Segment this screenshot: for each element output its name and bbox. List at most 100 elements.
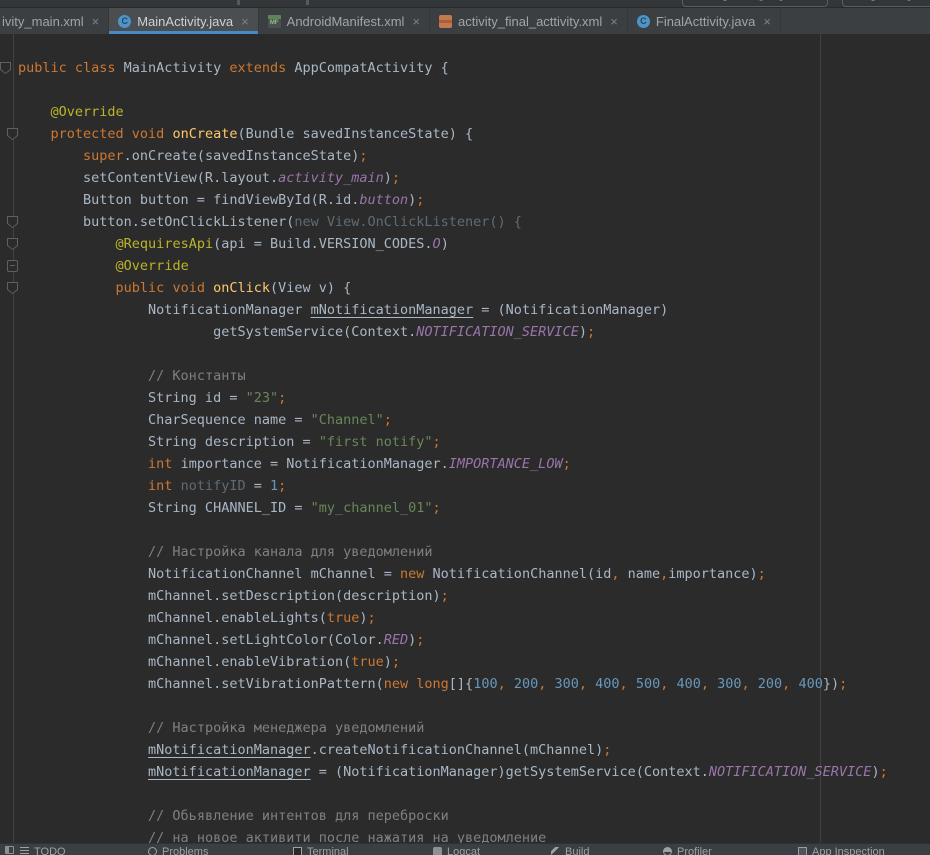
code-line[interactable]: mChannel.setLightColor(Color.RED); xyxy=(18,629,930,651)
code-line[interactable]: mChannel.enableLights(true); xyxy=(18,607,930,629)
code-token: []{ xyxy=(449,676,473,692)
close-icon[interactable]: × xyxy=(412,15,420,28)
tool-window-button-terminal[interactable]: Terminal xyxy=(293,846,349,855)
device-selector-widget[interactable] xyxy=(682,0,828,7)
code-line[interactable]: CharSequence name = "Channel"; xyxy=(18,409,930,431)
code-token xyxy=(18,544,148,560)
code-token: ; xyxy=(433,434,441,450)
code-token xyxy=(18,258,116,274)
editor-tab-AndroidManifest.xml[interactable]: MFAndroidManifest.xml× xyxy=(259,8,430,34)
close-icon[interactable]: × xyxy=(241,15,249,28)
java-class-icon: C xyxy=(637,15,650,28)
code-line[interactable]: @Override xyxy=(18,255,930,277)
editor-tab-activity_final_acttivity.xml[interactable]: activity_final_acttivity.xml× xyxy=(430,8,628,34)
code-line[interactable]: String CHANNEL_ID = "my_channel_01"; xyxy=(18,497,930,519)
code-line[interactable]: mChannel.enableVibration(true); xyxy=(18,651,930,673)
fold-open-icon[interactable] xyxy=(7,238,18,250)
code-line[interactable]: mNotificationManager.createNotificationC… xyxy=(18,739,930,761)
toolbar-strip xyxy=(0,0,930,8)
close-icon[interactable]: × xyxy=(610,15,618,28)
tool-window-button-todo[interactable]: TODO xyxy=(20,846,66,855)
tool-window-layout-icon[interactable] xyxy=(5,846,14,854)
code-token: 300 xyxy=(717,676,741,692)
tool-window-button-logcat[interactable]: Logcat xyxy=(433,846,480,855)
toolbar-tick xyxy=(306,0,309,5)
code-token: , xyxy=(742,676,758,692)
fold-closed-icon[interactable] xyxy=(7,260,18,272)
code-token xyxy=(18,126,51,142)
tool-window-button-build[interactable]: Build xyxy=(551,846,589,855)
problems-icon xyxy=(148,847,157,855)
code-token: 400 xyxy=(798,676,822,692)
tool-window-button-app-inspection[interactable]: App Inspection xyxy=(798,846,885,855)
code-line[interactable]: int notifyID = 1; xyxy=(18,475,930,497)
code-line[interactable]: String description = "first notify"; xyxy=(18,431,930,453)
code-token: importance = NotificationManager. xyxy=(172,456,448,472)
tool-window-label: Logcat xyxy=(447,846,480,855)
code-token: RED xyxy=(384,632,408,648)
code-line[interactable]: String id = "23"; xyxy=(18,387,930,409)
status-dot-icon xyxy=(759,0,763,1)
tool-window-button-profiler[interactable]: Profiler xyxy=(663,846,712,855)
code-line[interactable]: // Обьявление интентов для переброски xyxy=(18,805,930,827)
code-line[interactable] xyxy=(18,343,930,365)
code-token: "my_channel_01" xyxy=(311,500,433,516)
code-line[interactable]: // Константы xyxy=(18,365,930,387)
code-line[interactable]: button.setOnClickListener(new View.OnCli… xyxy=(18,211,930,233)
code-line[interactable]: protected void onCreate(Bundle savedInst… xyxy=(18,123,930,145)
code-line[interactable]: setContentView(R.layout.activity_main); xyxy=(18,167,930,189)
code-line[interactable]: Button button = findViewById(R.id.button… xyxy=(18,189,930,211)
status-dot-icon xyxy=(871,0,875,1)
code-line[interactable]: NotificationChannel mChannel = new Notif… xyxy=(18,563,930,585)
editor-tab-ivity_main.xml[interactable]: ivity_main.xml× xyxy=(0,8,109,34)
code-line[interactable]: getSystemService(Context.NOTIFICATION_SE… xyxy=(18,321,930,343)
fold-open-icon[interactable] xyxy=(7,128,18,140)
code-line[interactable]: super.onCreate(savedInstanceState); xyxy=(18,145,930,167)
run-widget[interactable] xyxy=(842,0,930,7)
code-token: ; xyxy=(416,632,424,648)
fold-open-icon[interactable] xyxy=(0,62,11,74)
tool-window-label: Terminal xyxy=(307,846,349,855)
gutter-line xyxy=(13,34,14,855)
logcat-icon xyxy=(433,847,442,855)
code-token: }) xyxy=(823,676,839,692)
code-line[interactable] xyxy=(18,783,930,805)
code-line[interactable] xyxy=(18,79,930,101)
code-line[interactable]: mChannel.setVibrationPattern(new long[]{… xyxy=(18,673,930,695)
build-icon xyxy=(551,847,560,855)
tool-window-button-problems[interactable]: Problems xyxy=(148,846,208,855)
code-line[interactable]: @RequiresApi(api = Build.VERSION_CODES.O… xyxy=(18,233,930,255)
code-token: (api = Build.VERSION_CODES. xyxy=(213,236,432,252)
code-line[interactable]: public class MainActivity extends AppCom… xyxy=(18,57,930,79)
close-icon[interactable]: × xyxy=(92,15,100,28)
code-line[interactable] xyxy=(18,695,930,717)
code-token: mNotificationManager xyxy=(148,742,311,758)
code-line[interactable]: // Настройка менеджера уведомлений xyxy=(18,717,930,739)
code-line[interactable]: public void onClick(View v) { xyxy=(18,277,930,299)
fold-open-icon[interactable] xyxy=(7,216,18,228)
code-token: (View v) { xyxy=(270,280,351,296)
toolbar-tick xyxy=(237,0,240,5)
code-line[interactable]: int importance = NotificationManager.IMP… xyxy=(18,453,930,475)
terminal-icon xyxy=(293,847,302,855)
code-line[interactable]: // Настройка канала для уведомлений xyxy=(18,541,930,563)
code-line[interactable]: @Override xyxy=(18,101,930,123)
code-token xyxy=(18,280,116,296)
code-token: // Обьявление интентов для переброски xyxy=(148,808,449,824)
code-token: protected void xyxy=(51,126,173,142)
code-token: // Константы xyxy=(148,368,246,384)
code-token: ; xyxy=(384,412,392,428)
fold-open-icon[interactable] xyxy=(7,282,18,294)
code-area[interactable]: public class MainActivity extends AppCom… xyxy=(18,57,930,849)
code-line[interactable]: NotificationManager mNotificationManager… xyxy=(18,299,930,321)
code-line[interactable] xyxy=(18,519,930,541)
editor-tab-MainActivity.java[interactable]: CMainActivity.java× xyxy=(109,8,258,34)
code-token xyxy=(18,742,148,758)
code-token: ; xyxy=(416,192,424,208)
code-editor[interactable]: public class MainActivity extends AppCom… xyxy=(0,34,930,855)
code-token: "23" xyxy=(246,390,279,406)
code-line[interactable]: mChannel.setDescription(description); xyxy=(18,585,930,607)
code-line[interactable]: mNotificationManager = (NotificationMana… xyxy=(18,761,930,783)
close-icon[interactable]: × xyxy=(763,15,771,28)
editor-tab-FinalActtivity.java[interactable]: CFinalActtivity.java× xyxy=(628,8,781,34)
